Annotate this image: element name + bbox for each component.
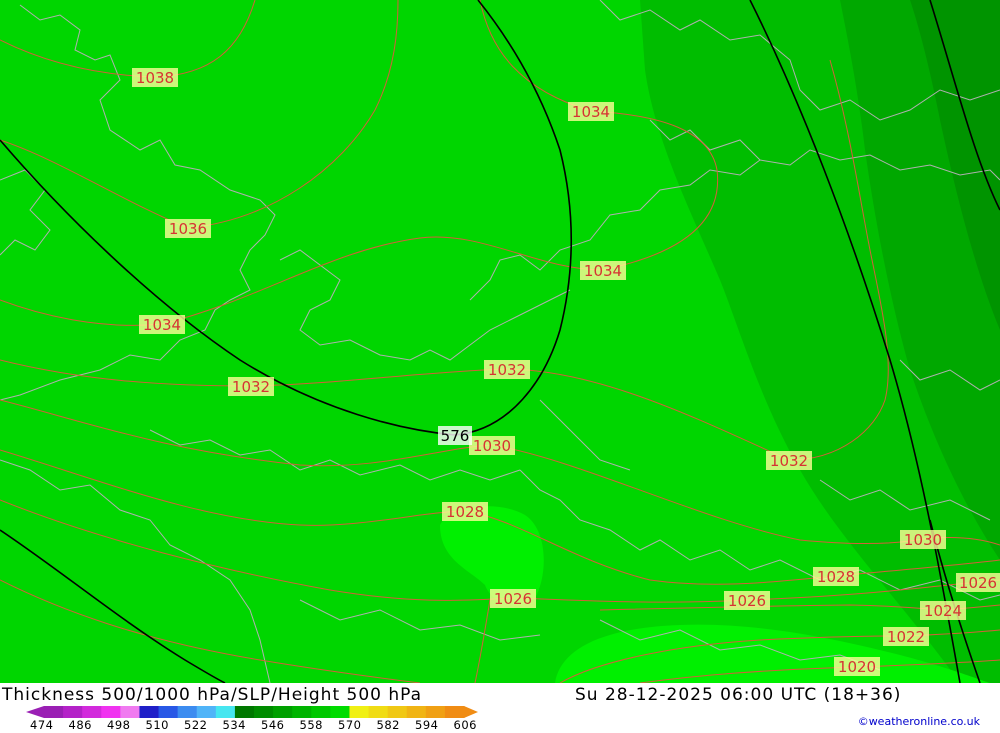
legend-swatch — [101, 706, 121, 718]
svg-text:1038: 1038 — [136, 69, 174, 87]
legend-tick-label: 498 — [107, 718, 131, 732]
isobar-label: 1020 — [834, 657, 880, 676]
legend-swatch — [349, 706, 370, 718]
legend-swatch — [215, 706, 236, 718]
svg-text:1036: 1036 — [169, 220, 207, 238]
legend-swatch — [196, 706, 217, 718]
svg-text:576: 576 — [441, 427, 470, 445]
svg-text:1026: 1026 — [728, 592, 766, 610]
legend-swatch — [311, 706, 331, 718]
legend-swatch — [120, 706, 140, 718]
height-label: 576 — [438, 426, 472, 445]
svg-text:1020: 1020 — [838, 658, 876, 676]
legend-swatch — [139, 706, 160, 718]
legend-tick-label: 606 — [453, 718, 477, 732]
legend-tick-label: 522 — [184, 718, 208, 732]
svg-text:1034: 1034 — [584, 262, 622, 280]
isobar-label: 1030 — [900, 530, 946, 549]
svg-text:1030: 1030 — [473, 437, 511, 455]
isobar-label: 1026 — [490, 589, 536, 608]
legend-swatch — [82, 706, 102, 718]
credit-link[interactable]: ©weatheronline.co.uk — [858, 715, 980, 728]
legend-swatch — [63, 706, 83, 718]
legend-swatch — [425, 706, 446, 718]
svg-text:1034: 1034 — [143, 316, 181, 334]
svg-text:1032: 1032 — [770, 452, 808, 470]
isobar-label: 1028 — [442, 502, 488, 521]
isobar-label: 1028 — [813, 567, 859, 586]
svg-text:1026: 1026 — [959, 574, 997, 592]
isobar-label: 1034 — [139, 315, 185, 334]
legend-tick-label: 474 — [30, 718, 54, 732]
map-title: Thickness 500/1000 hPa/SLP/Height 500 hP… — [2, 685, 423, 705]
isobar-label: 1034 — [568, 102, 614, 121]
legend-swatch — [292, 706, 312, 718]
map-datetime: Su 28-12-2025 06:00 UTC (18+36) — [575, 685, 902, 705]
legend-swatch — [273, 706, 293, 718]
legend-swatch — [330, 706, 350, 718]
legend-swatch — [368, 706, 389, 718]
svg-text:1028: 1028 — [817, 568, 855, 586]
legend-tick-label: 582 — [376, 718, 400, 732]
map-footer: Thickness 500/1000 hPa/SLP/Height 500 hP… — [0, 683, 1000, 733]
legend-ticks: 474 486 498 510 522 534 546 558 570 582 594 606 — [30, 718, 500, 732]
legend-tick-label: 534 — [222, 718, 246, 732]
isobar-label: 1024 — [920, 601, 966, 620]
legend-swatch — [44, 706, 64, 718]
legend-tick-label: 594 — [415, 718, 439, 732]
legend-swatch — [254, 706, 274, 718]
svg-text:1026: 1026 — [494, 590, 532, 608]
isobar-label: 1022 — [883, 627, 929, 646]
legend-swatch — [406, 706, 427, 718]
isobar-label: 1032 — [484, 360, 530, 379]
isobar-label: 1038 — [132, 68, 178, 87]
weather-map: 1038 1034 1036 1034 1034 1032 1032 1030 … — [0, 0, 1000, 683]
isobar-label: 1032 — [228, 377, 274, 396]
legend-swatch — [444, 706, 465, 718]
isobar-label: 1026 — [956, 573, 1000, 592]
isobar-label: 1036 — [165, 219, 211, 238]
svg-text:1032: 1032 — [232, 378, 270, 396]
legend-arrow-right — [464, 706, 478, 718]
isobar-label: 1030 — [469, 436, 515, 455]
legend-swatch — [158, 706, 179, 718]
legend-arrow-left — [26, 706, 44, 718]
svg-text:1022: 1022 — [887, 628, 925, 646]
svg-text:1034: 1034 — [572, 103, 610, 121]
legend-tick-label: 546 — [261, 718, 285, 732]
legend-swatch — [177, 706, 198, 718]
svg-text:1030: 1030 — [904, 531, 942, 549]
legend-swatch — [387, 706, 408, 718]
svg-text:1028: 1028 — [446, 503, 484, 521]
legend-tick-label: 558 — [299, 718, 323, 732]
legend-tick-label: 570 — [338, 718, 362, 732]
isobar-label: 1026 — [724, 591, 770, 610]
legend-tick-label: 486 — [68, 718, 92, 732]
isobar-label: 1034 — [580, 261, 626, 280]
legend-tick-label: 510 — [145, 718, 169, 732]
svg-text:1032: 1032 — [488, 361, 526, 379]
isobar-label: 1032 — [766, 451, 812, 470]
svg-text:1024: 1024 — [924, 602, 962, 620]
legend-swatch — [234, 706, 255, 718]
